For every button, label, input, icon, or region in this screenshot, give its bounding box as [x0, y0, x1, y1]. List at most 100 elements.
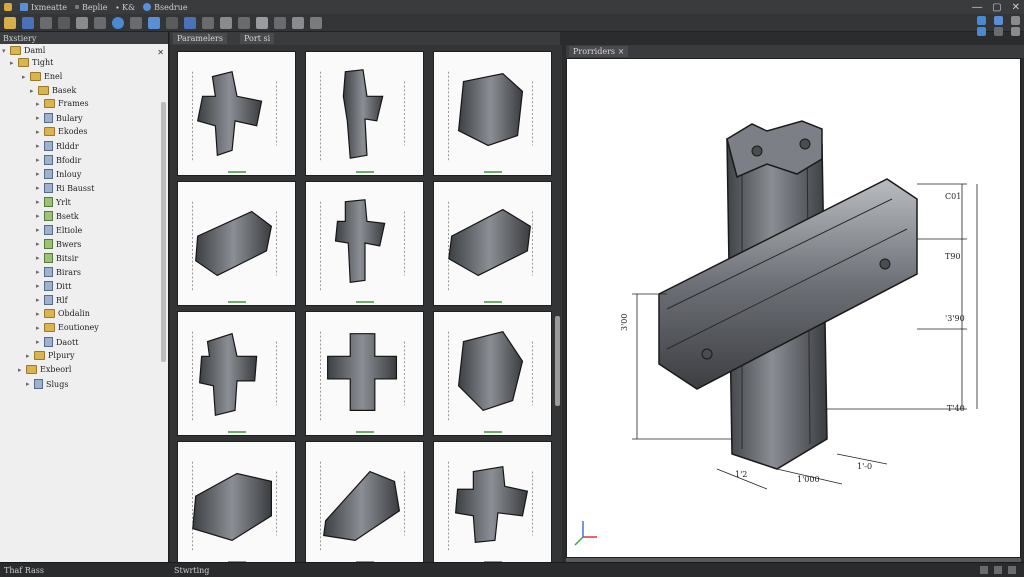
- expand-icon[interactable]: ▸: [36, 254, 41, 262]
- minimize-button[interactable]: —: [972, 2, 982, 13]
- model-thumbnail[interactable]: [433, 181, 552, 306]
- paste-icon[interactable]: [76, 16, 88, 29]
- expand-icon[interactable]: ▸: [36, 268, 41, 276]
- menu-item-4[interactable]: Bsedrue: [143, 3, 188, 12]
- expand-icon[interactable]: ▸: [22, 73, 27, 81]
- properties-icon[interactable]: [1011, 16, 1020, 25]
- tree-node[interactable]: ▸ Slugs: [26, 379, 68, 389]
- close-button[interactable]: ✕: [1012, 2, 1020, 13]
- star-icon[interactable]: [310, 16, 322, 29]
- tree-node[interactable]: ▸ Obdalin: [36, 309, 90, 318]
- expand-icon[interactable]: ▸: [36, 114, 41, 122]
- menu-item-3[interactable]: ∙ K&: [116, 3, 136, 12]
- filter-icon[interactable]: [977, 16, 986, 25]
- menu-item-2[interactable]: Beplie: [74, 3, 108, 12]
- collapse-icon[interactable]: ▾: [2, 47, 7, 55]
- expand-icon[interactable]: ▸: [30, 87, 35, 95]
- tree-node[interactable]: ▸ Eoutioney: [36, 323, 99, 332]
- expand-icon[interactable]: ▸: [36, 212, 41, 220]
- model-thumbnail[interactable]: [433, 311, 552, 436]
- expand-icon[interactable]: ▸: [36, 296, 41, 304]
- tree-node[interactable]: ▸ Bsetk: [36, 211, 79, 221]
- expand-icon[interactable]: ▸: [36, 100, 41, 108]
- tree-node[interactable]: ▸ Inlouy: [36, 169, 81, 179]
- model-thumbnail[interactable]: [177, 51, 296, 176]
- expand-icon[interactable]: ▸: [36, 156, 41, 164]
- menu-item-1[interactable]: Ixmeatte: [20, 3, 67, 12]
- rotate-icon[interactable]: [202, 16, 214, 29]
- grid-toggle-icon[interactable]: [994, 566, 1002, 574]
- tree-node[interactable]: ▸ Yrlt: [36, 197, 71, 207]
- model-thumbnail[interactable]: [305, 441, 424, 566]
- model-thumbnail[interactable]: [177, 311, 296, 436]
- model-thumbnail[interactable]: [177, 441, 296, 566]
- model-thumbnail[interactable]: [177, 181, 296, 306]
- expand-icon[interactable]: ▸: [36, 128, 41, 136]
- globe-icon[interactable]: [112, 16, 124, 29]
- tree-node[interactable]: ▸ Plpury: [26, 351, 75, 360]
- page-icon[interactable]: [256, 16, 268, 29]
- expand-icon[interactable]: ▸: [36, 324, 41, 332]
- tree-root[interactable]: ▾ Daml: [2, 46, 45, 55]
- app-icon[interactable]: [4, 3, 12, 11]
- expand-icon[interactable]: ▸: [36, 184, 41, 192]
- scale-icon[interactable]: [166, 16, 178, 29]
- refresh-icon[interactable]: [977, 27, 986, 36]
- tab-port[interactable]: Port si: [240, 33, 275, 44]
- model-thumbnail[interactable]: [305, 311, 424, 436]
- tree-node[interactable]: ▸ Exbeorl: [18, 365, 71, 374]
- tree-node[interactable]: ▸ Eltiole: [36, 225, 82, 235]
- layers-icon[interactable]: [130, 16, 142, 29]
- delete-icon[interactable]: [274, 16, 286, 29]
- restore-button[interactable]: ▢: [992, 2, 1001, 13]
- settings-icon[interactable]: [1011, 27, 1020, 36]
- cut-icon[interactable]: [4, 16, 16, 29]
- expand-icon[interactable]: ▸: [36, 240, 41, 248]
- mirror-icon[interactable]: [238, 16, 250, 29]
- grid-icon[interactable]: [184, 16, 196, 29]
- model-thumbnail[interactable]: [433, 51, 552, 176]
- expand-icon[interactable]: ▸: [26, 380, 31, 388]
- model-thumbnail[interactable]: [305, 51, 424, 176]
- tree-node[interactable]: ▸ Bulary: [36, 113, 83, 123]
- tree-node[interactable]: ▸ Ri Bausst: [36, 183, 94, 193]
- pencil-icon[interactable]: [40, 16, 52, 29]
- tab-properties[interactable]: Prorriders ×: [569, 46, 629, 57]
- tree-node[interactable]: ▸ Ekodes: [36, 127, 87, 136]
- expand-icon[interactable]: ▸: [26, 352, 31, 360]
- grid-scrollbar[interactable]: [555, 316, 560, 406]
- expand-icon[interactable]: ▸: [10, 59, 15, 67]
- expand-icon[interactable]: ▸: [36, 226, 41, 234]
- tree-node[interactable]: ▸ Birars: [36, 267, 81, 277]
- pin-icon[interactable]: [994, 27, 1003, 36]
- tree-node[interactable]: ▸ Ditt: [36, 281, 71, 291]
- box-icon[interactable]: [220, 16, 232, 29]
- close-icon[interactable]: ×: [618, 47, 625, 56]
- link-icon[interactable]: [94, 16, 106, 29]
- expand-icon[interactable]: ▸: [36, 142, 41, 150]
- model-thumbnail[interactable]: [433, 441, 552, 566]
- tree-node[interactable]: ▸ Bitsir: [36, 253, 78, 263]
- snap-icon[interactable]: [292, 16, 304, 29]
- expand-icon[interactable]: ▸: [36, 338, 41, 346]
- undo-icon[interactable]: [58, 16, 70, 29]
- tree-node[interactable]: ▸ Tight: [10, 58, 53, 67]
- move-icon[interactable]: [148, 16, 160, 29]
- tree-node[interactable]: ▸ Bwers: [36, 239, 81, 249]
- layout-icon[interactable]: [980, 566, 988, 574]
- tree-node[interactable]: ▸ Rlddr: [36, 141, 79, 151]
- tree-node[interactable]: ▸ Basek: [30, 86, 76, 95]
- panel-close-icon[interactable]: ✕: [157, 48, 164, 57]
- expand-icon[interactable]: ▸: [36, 310, 41, 318]
- tag-icon[interactable]: [994, 16, 1003, 25]
- expand-icon[interactable]: ▸: [18, 366, 23, 374]
- settings-status-icon[interactable]: [1008, 566, 1016, 574]
- scrollbar[interactable]: [161, 102, 166, 362]
- tree-node[interactable]: ▸ Bfodir: [36, 155, 81, 165]
- model-thumbnail[interactable]: [305, 181, 424, 306]
- tree-node[interactable]: ▸ Daott: [36, 337, 78, 347]
- expand-icon[interactable]: ▸: [36, 198, 41, 206]
- tree-node[interactable]: ▸ Enel: [22, 72, 62, 81]
- save-icon[interactable]: [22, 16, 34, 29]
- expand-icon[interactable]: ▸: [36, 282, 41, 290]
